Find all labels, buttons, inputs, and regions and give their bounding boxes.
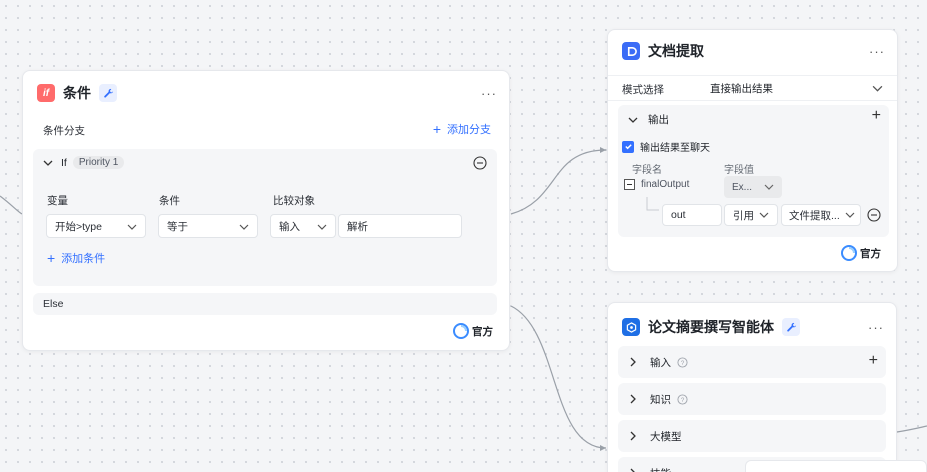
field-child-ref-select[interactable]: 引用 [724,204,778,226]
output-label: 输出 [648,114,669,126]
plus-icon: + [432,121,441,137]
official-logo-icon [453,323,469,339]
compare-value-input[interactable]: 解析 [338,214,462,238]
official-label: 官方 [472,325,493,338]
node-title: 论文摘要撰写智能体 [648,319,774,335]
chevron-down-icon [872,85,883,92]
field-value-header: 字段值 [724,165,754,176]
chevron-right-icon [630,468,635,472]
else-label: Else [43,298,64,310]
help-icon[interactable]: ? [677,356,688,368]
condition-node[interactable]: if 条件 ··· 条件分支 + 添加分支 If Priority 1 变量 条… [22,70,510,351]
help-icon[interactable]: ? [677,393,688,405]
chevron-down-icon [845,212,855,218]
remove-branch-icon[interactable] [473,156,487,170]
svg-text:?: ? [681,359,685,366]
chevron-down-icon [127,224,137,230]
node-title: 文档提取 [648,43,704,59]
field-name-header: 字段名 [632,165,662,176]
else-branch-panel: Else [33,293,497,315]
mode-select[interactable]: 直接输出结果 [710,77,885,99]
variable-select[interactable]: 开始>type [46,214,146,238]
if-branch-panel: If Priority 1 变量 条件 比较对象 开始>type 等于 输入 解… [33,149,497,286]
add-input-icon[interactable]: + [869,352,878,370]
output-to-chat-label: 输出结果至聊天 [640,143,710,154]
variable-header: 变量 [47,195,68,207]
output-to-chat-checkbox[interactable]: 输出结果至聊天 [622,139,710,154]
tree-connector [646,197,659,211]
official-label: 官方 [860,247,881,260]
more-icon[interactable]: ··· [481,86,497,101]
field-child-ref-value: 引用 [733,209,754,222]
floating-panel [745,460,927,472]
field-child-source-value: 文件提取... [789,209,840,222]
compare-value: 解析 [347,220,368,233]
field-row-root: finalOutput [624,179,689,190]
more-icon[interactable]: ··· [869,44,885,59]
section-input[interactable]: 输入 ? + [618,346,886,378]
section-knowledge[interactable]: 知识 ? [618,383,886,415]
section-label: 大模型 [650,430,682,443]
section-label: 知识 [650,393,671,406]
chevron-down-icon [764,184,774,190]
agent-node[interactable]: 论文摘要撰写智能体 ··· 输入 ? + 知识 ? 大模型 技能 [607,302,897,472]
add-branch-button[interactable]: + 添加分支 [433,121,491,137]
checkbox-checked-icon [622,140,634,153]
field-child-source-select[interactable]: 文件提取... [781,204,861,226]
chevron-down-icon [759,212,769,218]
remove-field-icon[interactable] [867,208,881,222]
condition-header: 条件 [159,195,180,207]
field-root-type[interactable]: Ex... [724,176,782,198]
wrench-icon[interactable] [782,318,800,336]
agent-node-icon [622,318,640,336]
add-condition-label: 添加条件 [61,253,106,265]
collapse-icon[interactable] [624,179,635,190]
doc-extract-node[interactable]: 文档提取 ··· 模式选择 直接输出结果 输出 + 输出结果至聊天 字段名 字段… [607,29,898,272]
priority-badge: Priority 1 [72,156,125,169]
condition-value: 等于 [167,220,188,233]
chevron-down-icon[interactable] [628,115,638,125]
section-model[interactable]: 大模型 [618,420,886,452]
branch-label: 条件分支 [43,125,85,137]
chevron-right-icon [630,431,636,441]
doc-node-icon [622,42,640,60]
variable-value: 开始>type [55,220,102,233]
svg-text:?: ? [681,396,685,403]
field-child-name[interactable]: out [662,204,722,226]
add-branch-label: 添加分支 [447,124,491,136]
chevron-right-icon [630,394,636,404]
chevron-down-icon [239,224,249,230]
compare-type-value: 输入 [279,220,300,233]
if-node-icon: if [37,84,55,102]
field-root-name: finalOutput [641,179,690,190]
compare-header: 比较对象 [273,195,315,207]
compare-type-select[interactable]: 输入 [270,214,336,238]
add-output-icon[interactable]: + [872,107,881,125]
official-badge: 官方 [841,245,881,261]
mode-label: 模式选择 [622,84,664,96]
section-label: 技能 [650,466,671,472]
wrench-icon[interactable] [99,84,117,102]
official-badge: 官方 [453,323,493,339]
field-root-type-value: Ex... [732,181,753,193]
add-condition-button[interactable]: + 添加条件 [47,250,105,266]
condition-select[interactable]: 等于 [158,214,258,238]
plus-icon: + [47,250,56,266]
if-label: If [61,156,67,169]
chevron-down-icon [317,224,327,230]
official-logo-icon [841,245,857,261]
section-label: 输入 [650,356,671,369]
node-title: 条件 [63,85,91,101]
chevron-right-icon [630,357,636,367]
chevron-down-icon[interactable] [43,158,53,168]
output-panel: 输出 + 输出结果至聊天 字段名 字段值 finalOutput Ex... o… [618,105,889,237]
mode-value: 直接输出结果 [710,82,773,95]
field-child-value: out [671,209,686,221]
more-icon[interactable]: ··· [868,320,884,335]
